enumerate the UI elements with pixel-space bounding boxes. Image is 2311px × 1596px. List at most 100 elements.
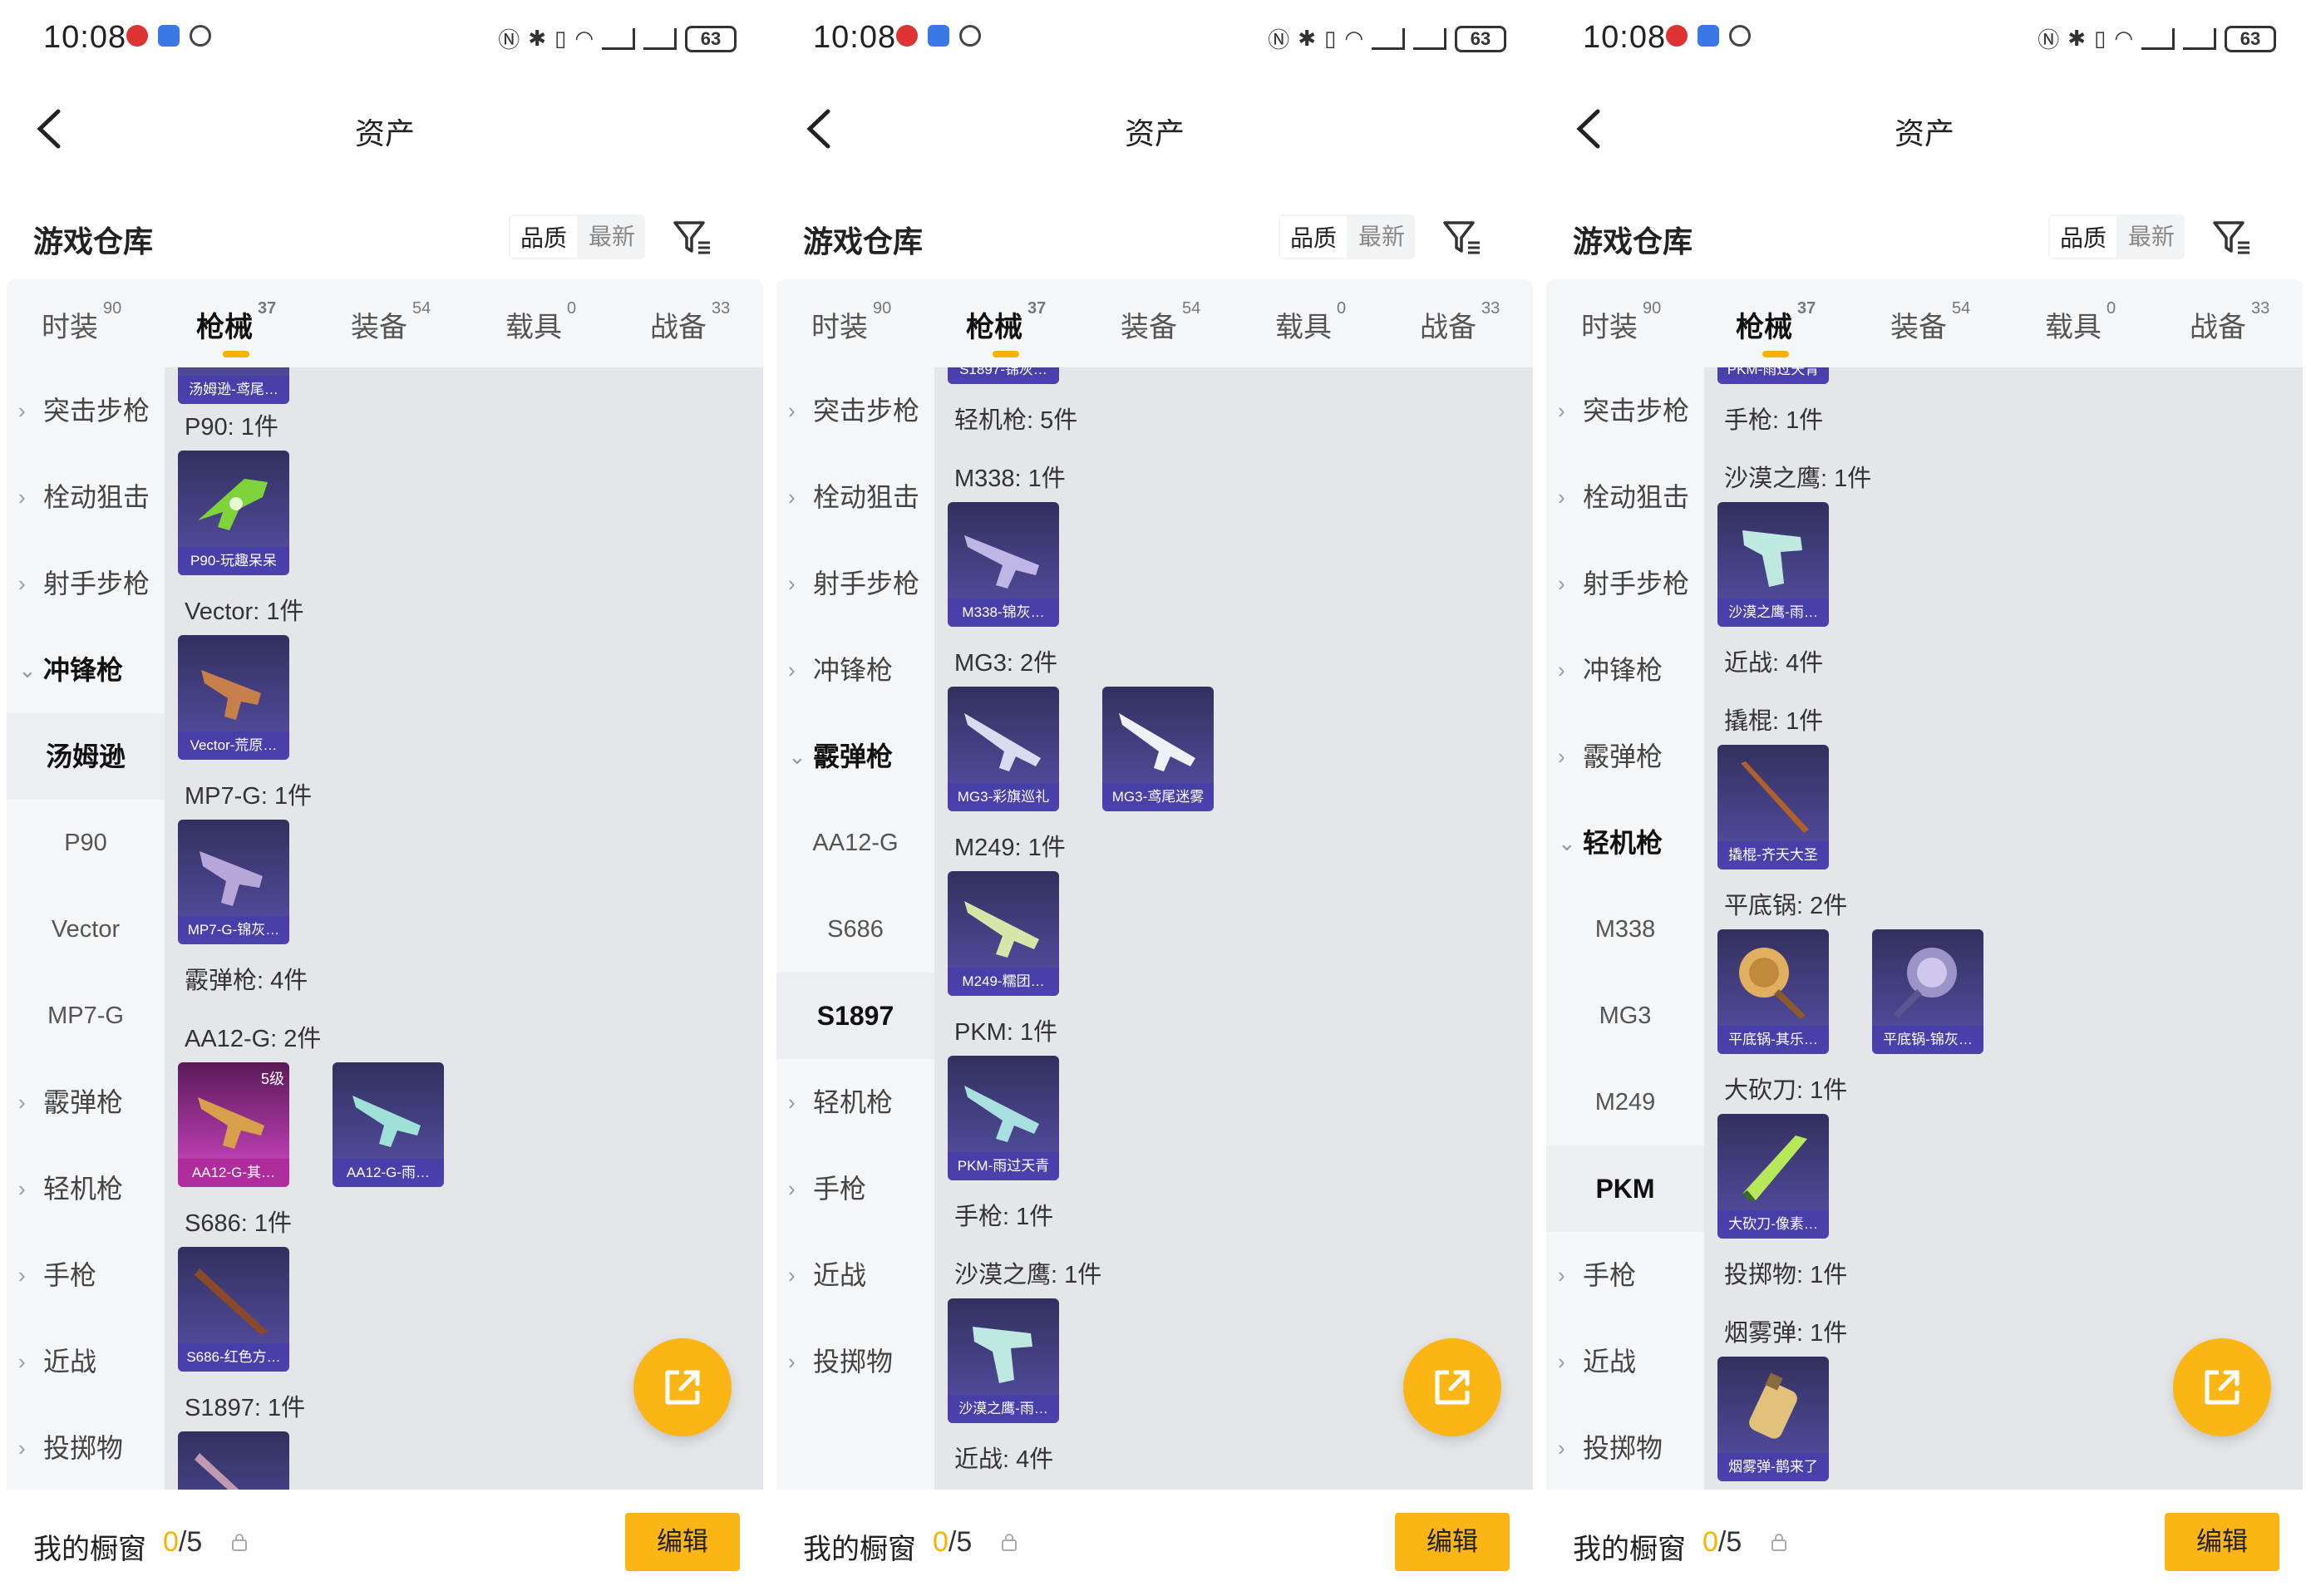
item-card[interactable]: PKM-雨过天青: [948, 1056, 1059, 1180]
item-card[interactable]: 烟雾弹-鹊来了: [1717, 1357, 1829, 1481]
inventory-body: › 突击步枪 › 栓动狙击 › 射手步枪 ⌄ 冲锋枪 汤姆逊 P90 Vector MP…: [7, 367, 763, 1490]
sort-quality-button[interactable]: 品质: [2048, 214, 2119, 259]
item-card[interactable]: MG3-彩旗巡礼: [948, 687, 1059, 811]
share-fab-button[interactable]: [633, 1338, 732, 1436]
item-card[interactable]: 撬棍-齐天大圣: [1717, 745, 1829, 869]
share-fab-button[interactable]: [2173, 1338, 2271, 1436]
item-card[interactable]: 平底锅-其乐…: [1717, 929, 1829, 1054]
item-card[interactable]: S1897-锦灰…: [948, 367, 1059, 384]
sidebar-item[interactable]: › 突击步枪: [776, 367, 934, 454]
sidebar-item[interactable]: › 射手步枪: [7, 540, 165, 627]
tab-supplies[interactable]: 战备33: [650, 299, 730, 345]
sort-latest-button[interactable]: 最新: [1348, 214, 1415, 259]
sort-quality-button[interactable]: 品质: [1279, 214, 1349, 259]
sidebar-item[interactable]: › 近战: [7, 1318, 165, 1405]
page-title: 资产: [1894, 116, 1954, 150]
sidebar-subitem-active[interactable]: 汤姆逊: [7, 713, 165, 800]
tab-fashion[interactable]: 时装90: [811, 299, 891, 345]
item-card[interactable]: P90-玩趣呆呆: [178, 451, 289, 575]
item-card[interactable]: 5级 AA12-G-其…: [178, 1062, 289, 1187]
item-card[interactable]: M338-锦灰…: [948, 502, 1059, 627]
tab-vehicles[interactable]: 载具0: [505, 299, 576, 345]
share-icon: [2205, 1370, 2240, 1405]
sidebar-item-expanded[interactable]: ⌄ 轻机枪: [1546, 800, 1704, 886]
sidebar-subitem[interactable]: P90: [7, 800, 165, 886]
item-card[interactable]: 汤姆逊-鸢尾…: [178, 367, 289, 404]
sort-latest-button[interactable]: 最新: [2118, 214, 2185, 259]
signal-icon-2: [2183, 27, 2216, 50]
sidebar-item[interactable]: › 近战: [1546, 1318, 1704, 1405]
item-card[interactable]: MG3-鸢尾迷雾: [1102, 687, 1214, 811]
sidebar-item[interactable]: › 霰弹枪: [1546, 713, 1704, 800]
sidebar-item-expanded[interactable]: ⌄ 冲锋枪: [7, 627, 165, 713]
edit-button[interactable]: 编辑: [625, 1513, 740, 1571]
sidebar-subitem[interactable]: MP7-G: [7, 973, 165, 1059]
sidebar-item[interactable]: › 栓动狙击: [776, 454, 934, 540]
edit-button[interactable]: 编辑: [1395, 1513, 1510, 1571]
warehouse-header: 游戏仓库 品质 最新: [1540, 200, 2309, 274]
tab-equipment[interactable]: 装备54: [1121, 299, 1200, 345]
sidebar-item[interactable]: › 近战: [776, 1232, 934, 1318]
sidebar-item[interactable]: › 手枪: [7, 1232, 165, 1318]
tab-vehicles[interactable]: 载具0: [2045, 299, 2116, 345]
share-fab-button[interactable]: [1403, 1338, 1501, 1436]
tab-fashion[interactable]: 时装90: [1581, 299, 1661, 345]
sidebar-item[interactable]: › 投掷物: [1546, 1405, 1704, 1490]
item-card[interactable]: AA12-G-雨…: [333, 1062, 444, 1187]
sidebar-item[interactable]: › 霰弹枪: [7, 1059, 165, 1145]
filter-icon[interactable]: [2211, 218, 2253, 258]
sidebar-item[interactable]: › 突击步枪: [7, 367, 165, 454]
sidebar-item[interactable]: › 栓动狙击: [7, 454, 165, 540]
speedometer-icon: [190, 25, 211, 47]
group-label: S686: 1件: [185, 1210, 292, 1237]
item-card[interactable]: 大砍刀-像素…: [1717, 1114, 1829, 1239]
edit-button[interactable]: 编辑: [2165, 1513, 2279, 1571]
sidebar-item[interactable]: › 冲锋枪: [1546, 627, 1704, 713]
sidebar-subitem[interactable]: M338: [1546, 886, 1704, 973]
sidebar-item[interactable]: › 投掷物: [7, 1405, 165, 1490]
tab-firearms[interactable]: 枪械37: [196, 299, 276, 357]
sidebar-item[interactable]: › 射手步枪: [1546, 540, 1704, 627]
sidebar-item[interactable]: › 轻机枪: [7, 1145, 165, 1232]
item-card[interactable]: Vector-荒原…: [178, 635, 289, 760]
lock-icon: [1771, 1533, 1787, 1551]
nav-bar: 资产: [1540, 91, 2309, 166]
sort-latest-button[interactable]: 最新: [579, 214, 645, 259]
sidebar-item-expanded[interactable]: ⌄ 霰弹枪: [776, 713, 934, 800]
sidebar-subitem[interactable]: M249: [1546, 1059, 1704, 1145]
tab-firearms[interactable]: 枪械37: [966, 299, 1046, 357]
sidebar-item[interactable]: › 冲锋枪: [776, 627, 934, 713]
sidebar-subitem-active[interactable]: PKM: [1546, 1145, 1704, 1232]
item-card[interactable]: S686-红色方…: [178, 1247, 289, 1372]
filter-icon[interactable]: [1441, 218, 1483, 258]
sidebar-item[interactable]: › 手枪: [1546, 1232, 1704, 1318]
sidebar-item[interactable]: › 轻机枪: [776, 1059, 934, 1145]
tab-equipment[interactable]: 装备54: [351, 299, 431, 345]
sidebar-item[interactable]: › 射手步枪: [776, 540, 934, 627]
tab-supplies[interactable]: 战备33: [1420, 299, 1500, 345]
item-card[interactable]: MP7-G-锦灰…: [178, 820, 289, 944]
sidebar-subitem[interactable]: MG3: [1546, 973, 1704, 1059]
tab-firearms[interactable]: 枪械37: [1736, 299, 1816, 357]
item-card[interactable]: PKM-雨过天青: [1717, 367, 1829, 384]
sidebar-item[interactable]: › 栓动狙击: [1546, 454, 1704, 540]
sidebar-subitem-active[interactable]: S1897: [776, 973, 934, 1059]
category-tabs: 时装90 枪械37 装备54 载具0 战备33: [1546, 279, 2303, 367]
tab-fashion[interactable]: 时装90: [42, 299, 121, 345]
sidebar-subitem[interactable]: Vector: [7, 886, 165, 973]
sort-quality-button[interactable]: 品质: [509, 214, 579, 259]
tab-vehicles[interactable]: 载具0: [1275, 299, 1346, 345]
item-card[interactable]: M249-糯团…: [948, 871, 1059, 996]
item-card[interactable]: 沙漠之鹰-雨…: [948, 1298, 1059, 1423]
sidebar-item[interactable]: › 突击步枪: [1546, 367, 1704, 454]
item-card[interactable]: [178, 1431, 289, 1490]
item-card[interactable]: 平底锅-锦灰…: [1872, 929, 1983, 1054]
tab-equipment[interactable]: 装备54: [1890, 299, 1970, 345]
filter-icon[interactable]: [672, 218, 713, 258]
sidebar-item[interactable]: › 手枪: [776, 1145, 934, 1232]
item-card[interactable]: 沙漠之鹰-雨…: [1717, 502, 1829, 627]
sidebar-item[interactable]: › 投掷物: [776, 1318, 934, 1405]
sidebar-subitem[interactable]: S686: [776, 886, 934, 973]
sidebar-subitem[interactable]: AA12-G: [776, 800, 934, 886]
tab-supplies[interactable]: 战备33: [2190, 299, 2269, 345]
